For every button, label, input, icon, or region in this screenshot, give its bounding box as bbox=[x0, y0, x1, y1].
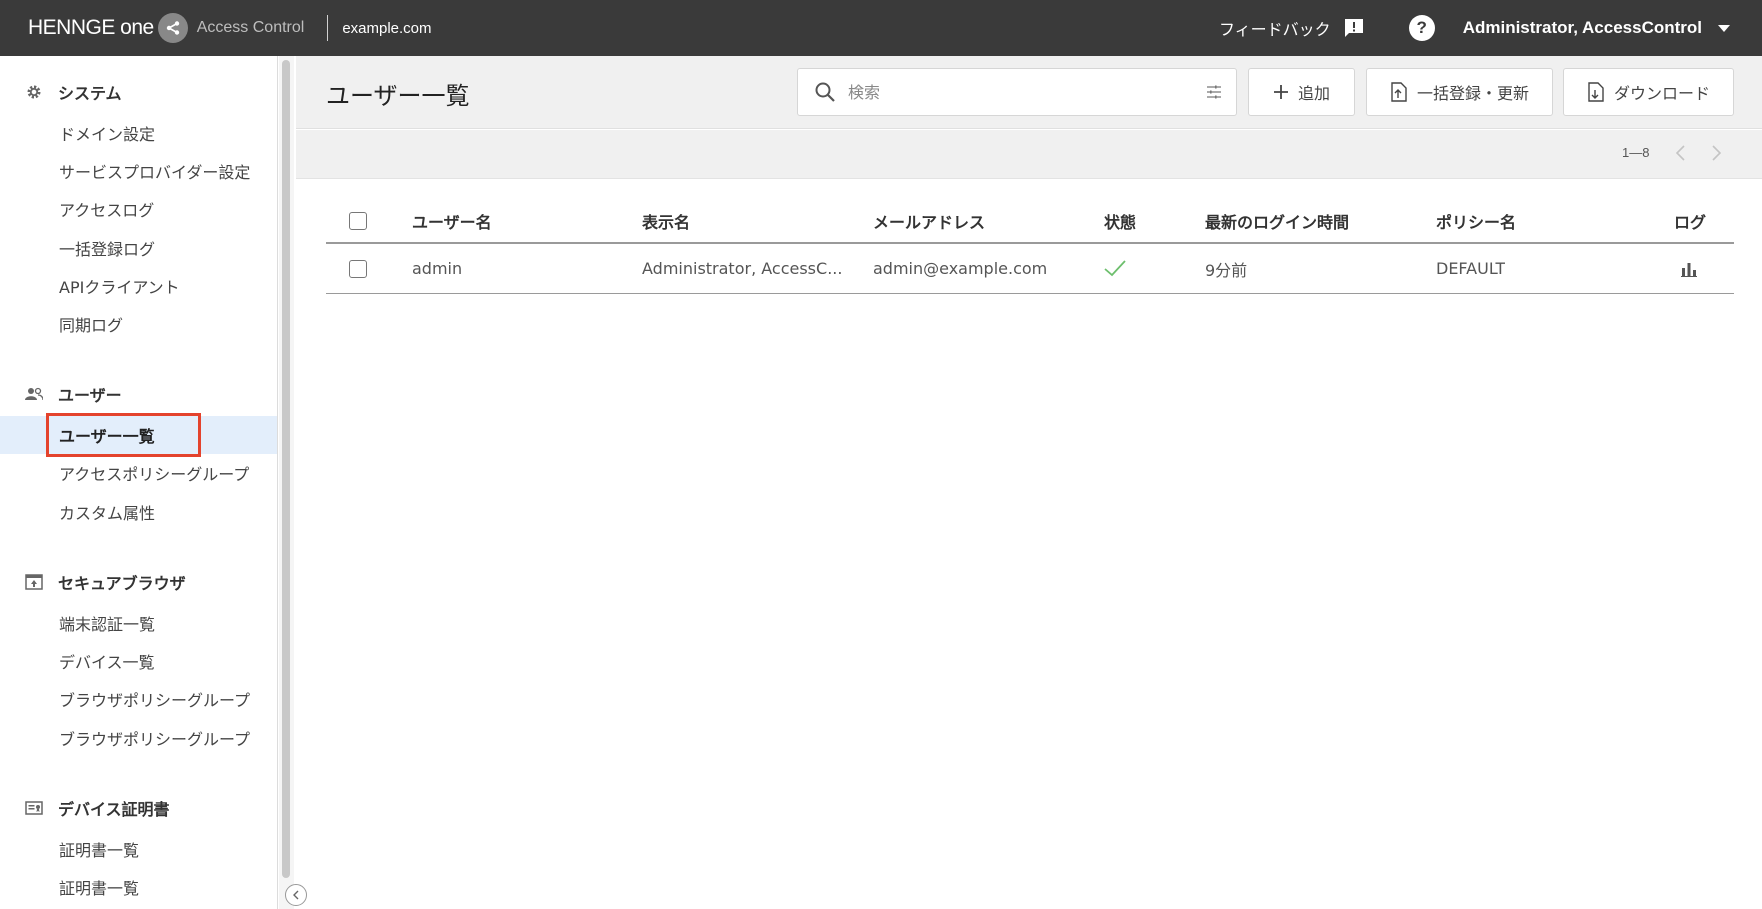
gear-icon bbox=[24, 84, 44, 100]
secure-browser-icon bbox=[24, 574, 44, 590]
feedback-label: フィードバック bbox=[1219, 20, 1331, 39]
highlight-box bbox=[46, 413, 201, 457]
cell-last-login: 9分前 bbox=[1205, 260, 1248, 280]
sidebar-section-title: システム bbox=[58, 84, 122, 103]
domain-label: example.com bbox=[342, 19, 432, 37]
sidebar-section-title: ユーザー bbox=[58, 386, 122, 405]
add-label: 追加 bbox=[1297, 84, 1330, 103]
column-header-last-login[interactable]: 最新のログイン時間 bbox=[1205, 200, 1349, 242]
sidebar-item-certificate-list[interactable]: 証明書一覧 bbox=[0, 830, 277, 868]
file-download-icon bbox=[1587, 82, 1605, 102]
certificate-icon bbox=[24, 801, 44, 815]
sidebar-item-device-list[interactable]: デバイス一覧 bbox=[0, 642, 277, 680]
plus-icon bbox=[1273, 84, 1289, 100]
column-header-log: ログ bbox=[1674, 213, 1707, 232]
row-checkbox-cell bbox=[349, 244, 367, 293]
sidebar-section-secure-browser: セキュアブラウザ bbox=[0, 570, 186, 594]
page-title: ユーザー一覧 bbox=[326, 82, 470, 110]
bulk-register-label: 一括登録・更新 bbox=[1416, 84, 1529, 103]
column-header-display-name[interactable]: 表示名 bbox=[642, 200, 690, 242]
account-menu[interactable]: Administrator, AccessControl bbox=[1463, 18, 1730, 38]
sidebar-item-access-log[interactable]: アクセスログ bbox=[0, 190, 277, 228]
add-user-button[interactable]: 追加 bbox=[1248, 68, 1355, 116]
select-all-checkbox-cell bbox=[349, 200, 367, 242]
collapse-sidebar-button[interactable] bbox=[285, 884, 307, 906]
brand-logo[interactable]: HENNGE one Access Control bbox=[28, 13, 304, 43]
log-chart-icon[interactable] bbox=[1681, 244, 1697, 293]
file-upload-icon bbox=[1390, 82, 1408, 102]
search-input[interactable] bbox=[848, 82, 1178, 102]
sidebar-item-access-policy-group[interactable]: アクセスポリシーグループ bbox=[0, 454, 277, 492]
sidebar-scrollbar[interactable] bbox=[282, 60, 290, 878]
search-icon bbox=[814, 81, 836, 103]
feedback-button[interactable]: フィードバック bbox=[1219, 16, 1365, 40]
filter-icon[interactable] bbox=[1206, 85, 1222, 99]
pagination-bar bbox=[296, 130, 1762, 179]
chevron-down-icon bbox=[1718, 24, 1730, 32]
column-header-policy[interactable]: ポリシー名 bbox=[1436, 200, 1516, 242]
search-box[interactable] bbox=[797, 68, 1237, 116]
sidebar-item-browser-policy-group-2[interactable]: ブラウザポリシーグループ bbox=[0, 719, 277, 757]
chevron-left-icon bbox=[293, 890, 299, 900]
help-icon[interactable]: ? bbox=[1408, 15, 1435, 41]
sidebar-item-service-provider-settings[interactable]: サービスプロバイダー設定 bbox=[0, 152, 277, 190]
bulk-register-button[interactable]: 一括登録・更新 bbox=[1366, 68, 1553, 116]
pagination-prev-button[interactable] bbox=[1670, 142, 1690, 164]
cell-display-name: Administrator, AccessC... bbox=[642, 259, 843, 278]
download-button[interactable]: ダウンロード bbox=[1563, 68, 1734, 116]
status-check-icon bbox=[1103, 244, 1127, 293]
feedback-icon bbox=[1343, 17, 1365, 39]
sidebar-item-browser-policy-group[interactable]: ブラウザポリシーグループ bbox=[0, 680, 277, 718]
sidebar-item-terminal-auth-list[interactable]: 端末認証一覧 bbox=[0, 604, 277, 642]
sidebar-item-domain-settings[interactable]: ドメイン設定 bbox=[0, 114, 277, 152]
account-name: Administrator, AccessControl bbox=[1462, 18, 1702, 37]
brand-name: HENNGE one bbox=[28, 16, 154, 39]
sidebar-section-system: システム bbox=[0, 80, 122, 104]
header-divider bbox=[327, 15, 329, 41]
pagination-range: 1—8 bbox=[1622, 145, 1650, 160]
users-icon bbox=[24, 387, 44, 401]
top-bar: HENNGE one Access Control example.com フィ… bbox=[0, 0, 1762, 56]
sidebar-section-title: セキュアブラウザ bbox=[58, 574, 186, 593]
cell-policy: DEFAULT bbox=[1436, 259, 1506, 278]
sidebar-section-device-certificate: デバイス証明書 bbox=[0, 796, 170, 820]
sidebar-section-users: ユーザー bbox=[0, 382, 122, 406]
sidebar-item-certificate-list-2[interactable]: 証明書一覧 bbox=[0, 868, 277, 906]
table-row[interactable]: admin Administrator, AccessC... admin@ex… bbox=[326, 244, 1734, 294]
brand-mark-icon bbox=[157, 13, 188, 43]
cell-username[interactable]: admin bbox=[412, 244, 462, 293]
column-header-email[interactable]: メールアドレス bbox=[873, 200, 985, 242]
row-checkbox[interactable] bbox=[349, 259, 367, 278]
sidebar-item-api-client[interactable]: APIクライアント bbox=[0, 267, 277, 305]
sidebar-item-sync-log[interactable]: 同期ログ bbox=[0, 305, 277, 343]
chevron-left-icon bbox=[1675, 145, 1685, 161]
users-table: ユーザー名 表示名 メールアドレス 状態 最新のログイン時間 ポリシー名 ログ … bbox=[326, 200, 1734, 294]
download-label: ダウンロード bbox=[1613, 84, 1710, 103]
column-header-status[interactable]: 状態 bbox=[1104, 200, 1136, 242]
sidebar-section-title: デバイス証明書 bbox=[58, 800, 170, 819]
sidebar: システム ドメイン設定 サービスプロバイダー設定 アクセスログ 一括登録ログ A… bbox=[0, 56, 278, 909]
product-name: Access Control bbox=[196, 19, 305, 36]
sidebar-item-custom-attributes[interactable]: カスタム属性 bbox=[0, 493, 277, 531]
sidebar-item-bulk-log[interactable]: 一括登録ログ bbox=[0, 229, 277, 267]
select-all-checkbox[interactable] bbox=[349, 212, 367, 230]
table-header: ユーザー名 表示名 メールアドレス 状態 最新のログイン時間 ポリシー名 ログ bbox=[326, 200, 1734, 244]
cell-email: admin@example.com bbox=[873, 259, 1048, 278]
pagination-next-button[interactable] bbox=[1706, 142, 1726, 164]
column-header-username[interactable]: ユーザー名 bbox=[412, 200, 492, 242]
chevron-right-icon bbox=[1711, 145, 1721, 161]
